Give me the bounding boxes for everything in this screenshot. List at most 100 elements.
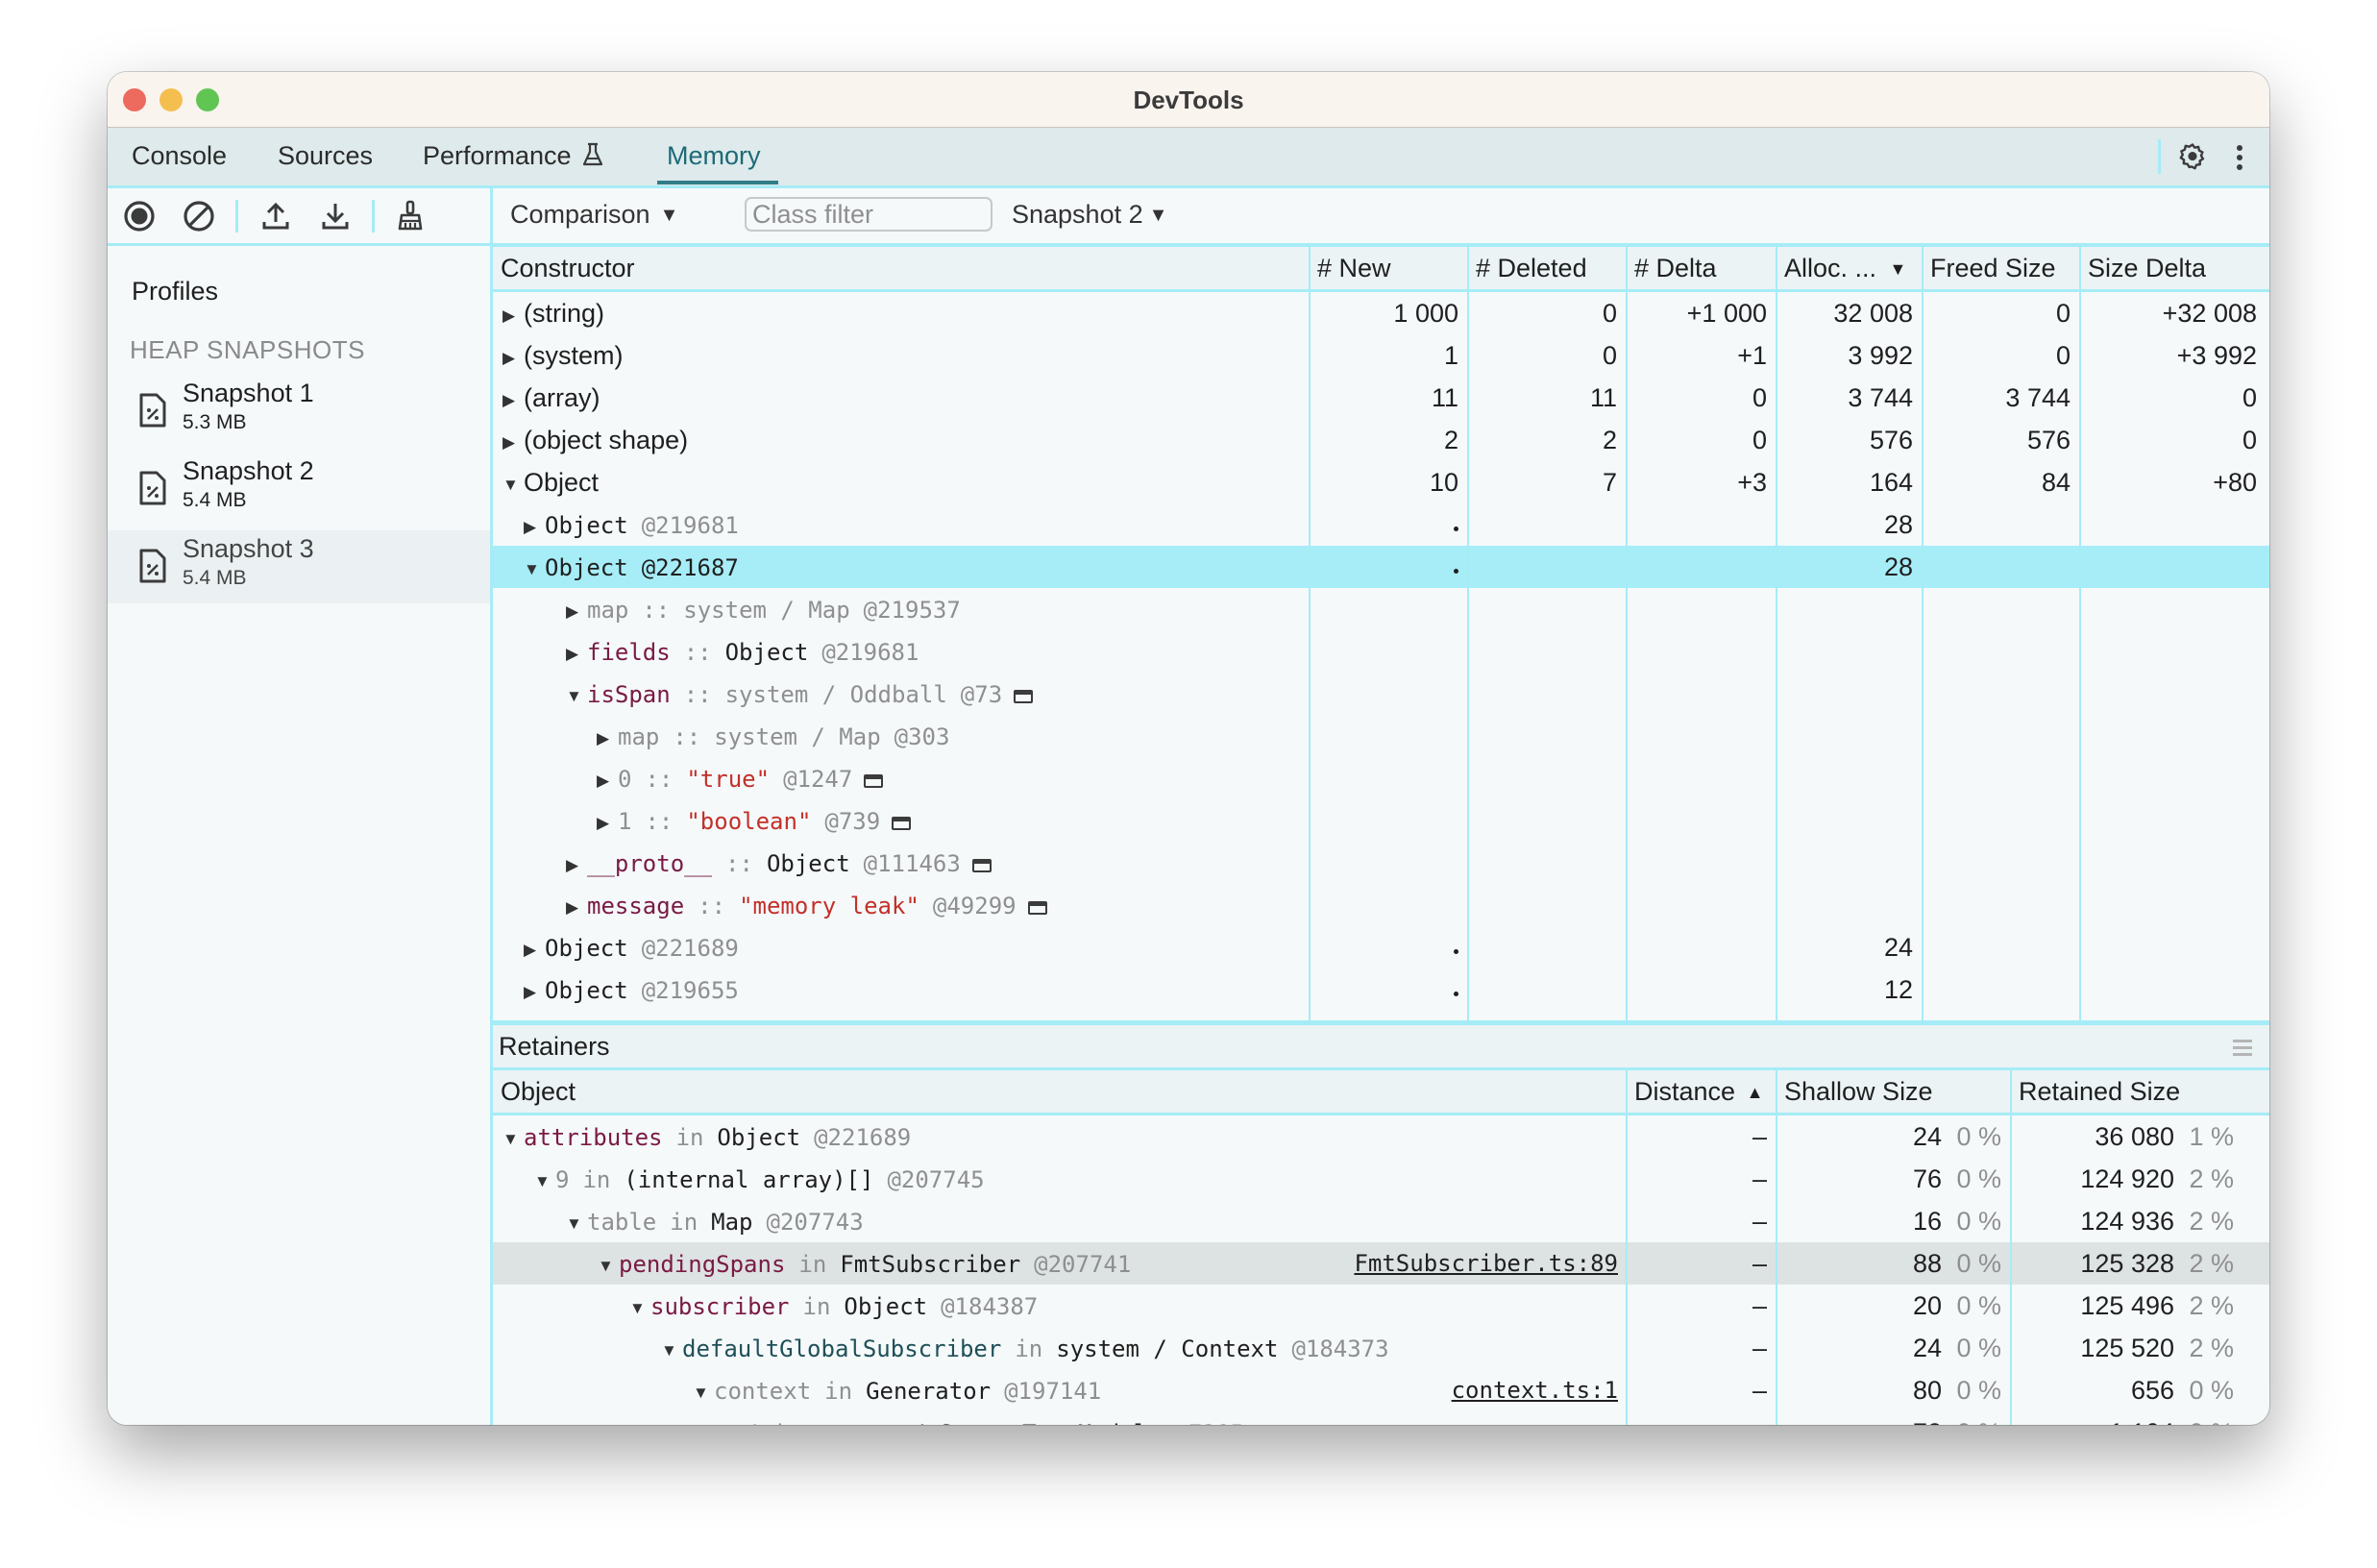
snapshot-file-icon [139, 393, 166, 428]
take-snapshot-button[interactable] [121, 198, 158, 234]
object-field-row[interactable]: ▼ isSpan:: system / Oddball @73 [493, 673, 2269, 715]
column-header-object[interactable]: Object [493, 1070, 1627, 1113]
column-header-size-delta[interactable]: Size Delta [2080, 247, 2267, 289]
object-instance-row[interactable]: ▶ Object @221689 24 [493, 926, 2269, 968]
collect-garbage-button[interactable] [392, 198, 429, 234]
settings-button[interactable] [2173, 139, 2212, 176]
view-mode-value: Comparison [510, 200, 650, 229]
tab-console[interactable]: Console [132, 141, 227, 171]
clear-profiles-button[interactable] [181, 198, 217, 234]
expand-triangle-down-icon[interactable]: ▼ [629, 1287, 650, 1330]
more-options-button[interactable] [2225, 139, 2254, 176]
expand-triangle-down-icon[interactable]: ▼ [724, 1414, 746, 1425]
resize-handle-icon[interactable] [2233, 1040, 2252, 1060]
column-header-delta[interactable]: # Delta [1627, 247, 1777, 289]
object-instance-row-selected[interactable]: ▼ Object @221687 28 [493, 546, 2269, 588]
object-field-row[interactable]: ▶ 1:: "boolean" @739 [493, 799, 2269, 842]
retainer-row[interactable]: ▼ context in Generator @197141 context.ts:1–8… [493, 1369, 2269, 1411]
column-header-new[interactable]: # New [1310, 247, 1468, 289]
expand-triangle-right-icon[interactable]: ▶ [524, 506, 545, 549]
object-field-row[interactable]: ▶ map:: system / Map @219537 [493, 588, 2269, 630]
column-header-shallow-size[interactable]: Shallow Size [1777, 1070, 2011, 1113]
tab-performance[interactable]: Performance [423, 141, 603, 171]
expand-triangle-right-icon[interactable]: ▶ [566, 845, 587, 887]
expand-triangle-right-icon[interactable]: ▶ [566, 591, 587, 633]
column-header-alloc-size[interactable]: Alloc. ... ▼ [1777, 247, 1923, 289]
cell-delta: +1 [1737, 341, 1767, 370]
retainer-row[interactable]: ▼ 9 in (internal array)[] @207745 – 76 0 % 124 9… [493, 1158, 2269, 1200]
column-header-retained-size[interactable]: Retained Size [2011, 1070, 2267, 1113]
object-field-row[interactable]: ▶ fields:: Object @219681 [493, 630, 2269, 673]
expand-triangle-down-icon[interactable]: ▼ [598, 1245, 619, 1287]
column-divider [2010, 1070, 2012, 1425]
retainer-row[interactable]: ▼ table in Map @207743 – 16 0 % 124 936 2 % [493, 1200, 2269, 1242]
expand-triangle-down-icon[interactable]: ▼ [661, 1330, 682, 1372]
object-field-row[interactable]: ▶ 0:: "true" @1247 [493, 757, 2269, 799]
object-field-row[interactable]: ▶ __proto__:: Object @111463 [493, 842, 2269, 884]
cell-retained-size: 124 920 2 % [2011, 1158, 2267, 1200]
expand-triangle-down-icon[interactable]: ▼ [502, 1118, 524, 1161]
shallow-size-percent: 0 % [1956, 1164, 2001, 1193]
expand-triangle-right-icon[interactable]: ▶ [524, 929, 545, 971]
column-header-constructor[interactable]: Constructor [493, 247, 1310, 289]
source-link[interactable]: context.ts:1 [1452, 1369, 1618, 1411]
constructor-cell: ▶ (system) [493, 334, 1310, 377]
retainer-row[interactable]: ▼ attributes in Object @221689 – 24 0 % 36 080 1 … [493, 1115, 2269, 1158]
expand-triangle-right-icon[interactable]: ▶ [597, 760, 618, 802]
constructor-row[interactable]: ▶ (object shape) 2 2 0 576 576 0 [493, 419, 2269, 461]
constructor-row[interactable]: ▼ Object 10 7 +3 164 84 +80 [493, 461, 2269, 503]
expand-triangle-down-icon[interactable]: ▼ [534, 1161, 555, 1203]
reveal-in-summary-icon[interactable] [892, 817, 912, 830]
retainer-row-hovered[interactable]: ▼ pendingSpans in FmtSubscriber @207741 FmtSu… [493, 1242, 2269, 1285]
cell-distance: – [1752, 1207, 1767, 1236]
snapshot-item-selected[interactable]: Snapshot 3 5.4 MB [108, 530, 490, 603]
object-field-cell: ▶ map:: system / Map @219537 [556, 588, 1325, 630]
save-profile-button[interactable] [317, 198, 354, 234]
constructor-row[interactable]: ▶ (string) 1 000 0 +1 000 32 008 0 +32 008 [493, 292, 2269, 334]
expand-triangle-down-icon[interactable]: ▼ [693, 1372, 714, 1414]
reveal-in-summary-icon[interactable] [971, 859, 992, 872]
object-instance-row[interactable]: ▶ Object @219655 12 [493, 968, 2269, 1011]
expand-triangle-right-icon[interactable]: ▶ [502, 295, 524, 337]
retainer-row[interactable]: ▼ defaultGlobalSubscriber in system / Conte… [493, 1327, 2269, 1369]
reveal-in-summary-icon[interactable] [864, 774, 884, 788]
retainer-id: @197141 [1004, 1378, 1102, 1405]
tab-sources[interactable]: Sources [278, 141, 373, 171]
expand-triangle-right-icon[interactable]: ▶ [502, 380, 524, 422]
retainer-row[interactable]: ▼ subscriber in Object @184387 – 20 0 % 125 496 2… [493, 1285, 2269, 1327]
source-link[interactable]: FmtSubscriber.ts:89 [1354, 1242, 1618, 1285]
expand-triangle-down-icon[interactable]: ▼ [566, 675, 587, 718]
base-snapshot-select[interactable]: Snapshot 2 ▼ [1012, 200, 1167, 230]
expand-triangle-down-icon[interactable]: ▼ [524, 549, 545, 591]
expand-triangle-right-icon[interactable]: ▶ [597, 802, 618, 845]
column-header-distance[interactable]: Distance ▲ [1627, 1070, 1777, 1113]
view-mode-select[interactable]: Comparison ▼ [510, 200, 678, 230]
expand-triangle-down-icon[interactable]: ▼ [502, 464, 524, 506]
expand-triangle-right-icon[interactable]: ▶ [502, 337, 524, 380]
expand-triangle-down-icon[interactable]: ▼ [566, 1203, 587, 1245]
retained-size-value: 124 920 [2080, 1164, 2174, 1193]
column-header-freed-size[interactable]: Freed Size [1923, 247, 2080, 289]
load-profile-button[interactable] [257, 198, 294, 234]
reveal-in-summary-icon[interactable] [1027, 901, 1047, 915]
tab-memory[interactable]: Memory [667, 141, 761, 171]
snapshot-item[interactable]: Snapshot 1 5.3 MB [108, 375, 490, 448]
constructor-row[interactable]: ▶ (system) 1 0 +1 3 992 0 +3 992 [493, 334, 2269, 377]
expand-triangle-right-icon[interactable]: ▶ [597, 718, 618, 760]
field-value: "memory leak" [739, 893, 919, 919]
retainer-type: (internal array)[] [624, 1166, 874, 1193]
retainer-row[interactable]: ▼4insystem / SourceTextModule@7305–720 %… [493, 1411, 2269, 1425]
expand-triangle-right-icon[interactable]: ▶ [566, 633, 587, 675]
snapshot-item[interactable]: Snapshot 2 5.4 MB [108, 453, 490, 526]
expand-triangle-right-icon[interactable]: ▶ [502, 422, 524, 464]
object-field-row[interactable]: ▶ message:: "memory leak" @49299 [493, 884, 2269, 926]
field-value: system / Map [683, 597, 850, 624]
object-instance-row[interactable]: ▶ Object @219681 28 [493, 503, 2269, 546]
column-header-deleted[interactable]: # Deleted [1468, 247, 1627, 289]
expand-triangle-right-icon[interactable]: ▶ [566, 887, 587, 929]
object-field-row[interactable]: ▶ map:: system / Map @303 [493, 715, 2269, 757]
expand-triangle-right-icon[interactable]: ▶ [524, 971, 545, 1014]
reveal-in-summary-icon[interactable] [1014, 690, 1034, 703]
class-filter-input[interactable] [745, 197, 992, 232]
constructor-row[interactable]: ▶ (array) 11 11 0 3 744 3 744 0 [493, 377, 2269, 419]
